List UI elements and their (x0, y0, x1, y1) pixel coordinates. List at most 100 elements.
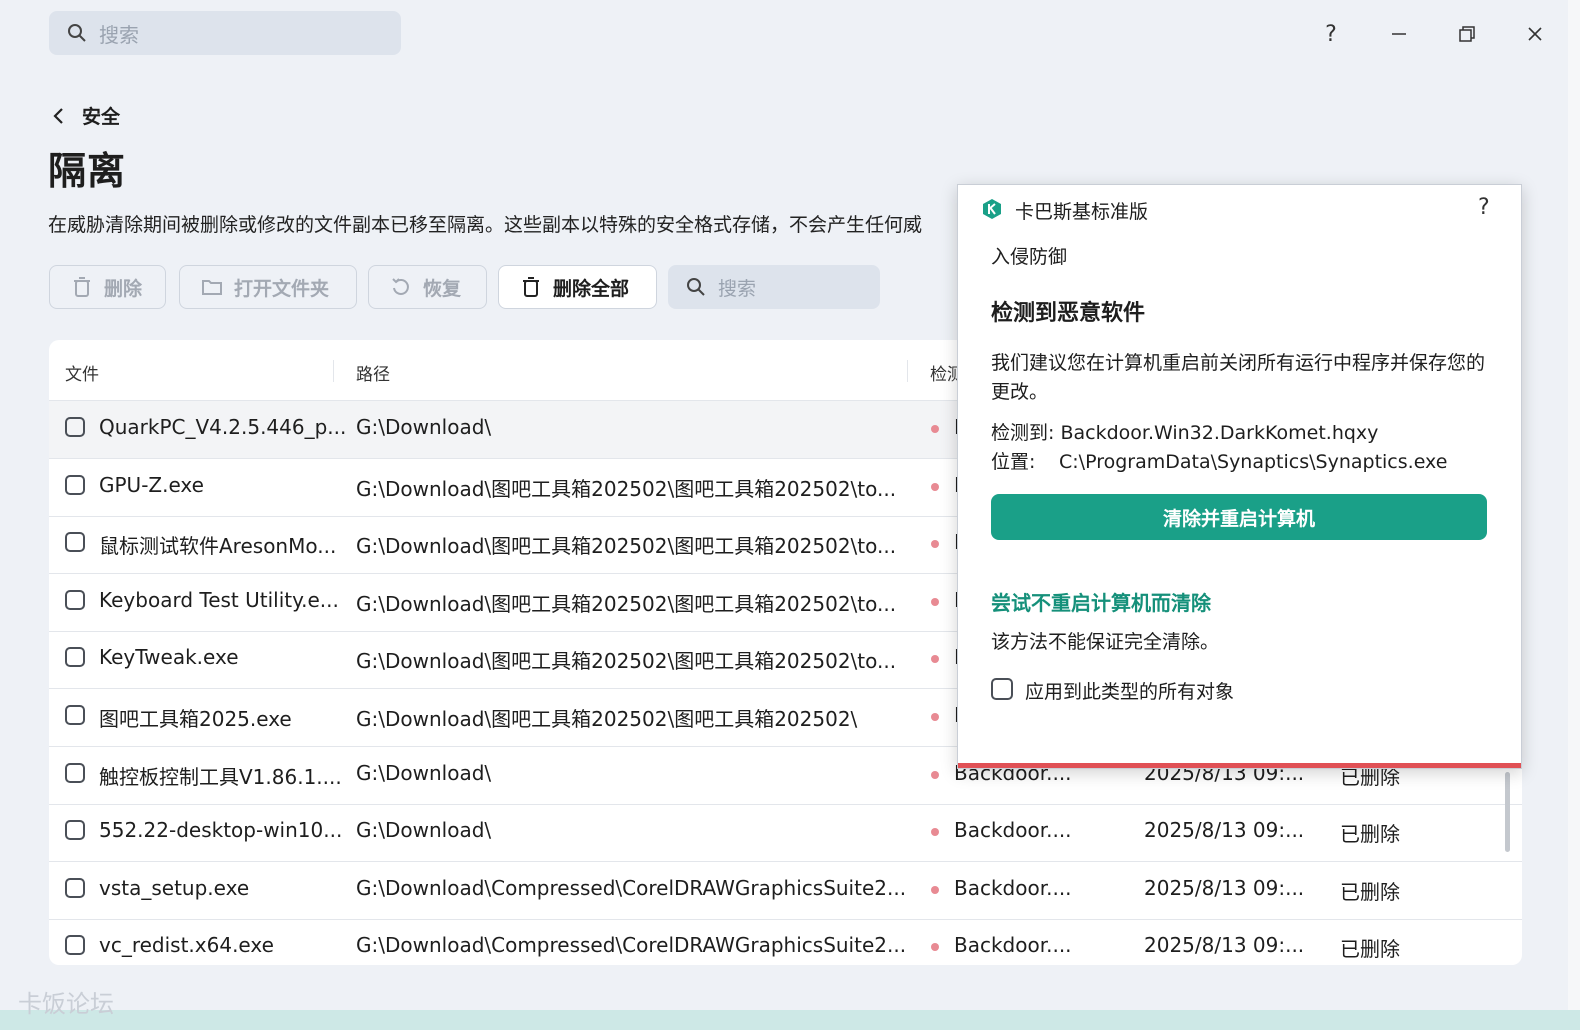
cell-detected: Backdoor.... (954, 933, 1072, 958)
dialog-help-button[interactable]: ? (1478, 195, 1490, 220)
restore-button[interactable] (1447, 14, 1487, 54)
table-scrollbar[interactable] (1505, 772, 1510, 852)
threat-dot (931, 713, 939, 721)
threat-dot (931, 885, 939, 894)
cell-file: KeyTweak.exe (99, 645, 239, 670)
cell-date: 2025/8/13 09:... (1144, 818, 1305, 843)
restore-icon (1459, 26, 1475, 42)
cell-path: G:\Download\Compressed\CorelDRAWGraphics… (356, 933, 907, 958)
row-checkbox[interactable] (65, 417, 85, 437)
cell-date: 2025/8/13 09:... (1144, 933, 1305, 958)
location-line: 位置: C:\ProgramData\Synaptics\Synaptics.ex… (991, 447, 1447, 474)
column-header-file[interactable]: 文件 (65, 360, 99, 385)
cell-file: 图吧工具箱2025.exe (99, 707, 292, 731)
cell-path: G:\Download\Compressed\CorelDRAWGraphics… (356, 875, 907, 900)
threat-dot (931, 597, 939, 606)
cell-file: vc_redist.x64.exe (99, 933, 274, 958)
cell-detected: Backdoor.... (954, 818, 1072, 843)
cell-path: G:\Download\图吧工具箱202502\图吧工具箱202502\to..… (356, 649, 897, 674)
detected-label: 检测到: (991, 422, 1055, 444)
row-checkbox[interactable] (65, 935, 85, 956)
row-checkbox[interactable] (65, 877, 85, 898)
page-description: 在威胁清除期间被删除或修改的文件副本已移至隔离。这些副本以特殊的安全格式存储，不… (48, 214, 923, 236)
cell-path: G:\Download\图吧工具箱202502\图吧工具箱202502\ (356, 707, 858, 731)
apply-to-all-label[interactable]: 应用到此类型的所有对象 (1025, 677, 1234, 704)
detected-value: Backdoor.Win32.DarkKomet.hqxy (1060, 422, 1379, 444)
table-row[interactable]: vc_redist.x64.exe G:\Download\Compressed\… (49, 919, 1522, 965)
threat-dot (931, 828, 939, 837)
disinfect-and-restart-button[interactable]: 清除并重启计算机 (991, 494, 1487, 540)
open-folder-button[interactable]: 打开文件夹 (179, 265, 357, 309)
close-icon (1528, 27, 1542, 41)
column-divider[interactable] (907, 360, 908, 382)
taskbar-strip (0, 1010, 1580, 1030)
location-label: 位置: (991, 451, 1036, 473)
dialog-app-name: 卡巴斯基标准版 (1015, 201, 1149, 223)
watermark: 卡饭论坛 (18, 990, 114, 1018)
page-title: 隔离 (48, 149, 127, 193)
row-checkbox[interactable] (65, 589, 85, 610)
restore-label: 恢复 (423, 277, 462, 300)
breadcrumb-label: 安全 (82, 106, 121, 128)
minimize-icon (1392, 33, 1406, 35)
cell-status: 已删除 (1340, 879, 1400, 904)
breadcrumb-back[interactable]: 安全 (50, 102, 120, 129)
threat-dot (931, 540, 939, 549)
cell-path: G:\Download\ (356, 415, 492, 439)
close-button[interactable] (1515, 14, 1555, 54)
search-icon (68, 24, 86, 42)
kaspersky-logo-icon (983, 199, 1001, 219)
table-row[interactable]: vsta_setup.exe G:\Download\Compressed\Cor… (49, 862, 1522, 920)
threat-dot (931, 425, 939, 433)
cell-path: G:\Download\ (356, 760, 492, 785)
row-checkbox[interactable] (65, 647, 85, 668)
threat-dot (931, 482, 939, 491)
cell-path: G:\Download\图吧工具箱202502\图吧工具箱202502\to..… (356, 591, 897, 616)
delete-label: 删除 (104, 277, 143, 300)
column-divider[interactable] (333, 360, 334, 382)
cell-file: QuarkPC_V4.2.5.446_p... (99, 415, 347, 439)
threat-dot (931, 770, 939, 779)
row-checkbox[interactable] (65, 705, 85, 725)
help-button[interactable]: ? (1311, 14, 1351, 54)
trash-icon (523, 277, 539, 297)
malware-alert-dialog: 卡巴斯基标准版 ? 入侵防御 检测到恶意软件 我们建议您在计算机重启前关闭所有运… (957, 184, 1522, 769)
threat-dot (931, 943, 939, 952)
cell-file: vsta_setup.exe (99, 875, 250, 900)
disinfect-without-restart-link[interactable]: 尝试不重启计算机而清除 (991, 587, 1211, 616)
row-checkbox[interactable] (65, 820, 85, 841)
chevron-left-icon (53, 107, 63, 124)
column-header-path[interactable]: 路径 (356, 360, 390, 385)
apply-to-all-checkbox[interactable] (991, 678, 1013, 700)
cell-file: GPU-Z.exe (99, 472, 204, 497)
threat-dot (931, 655, 939, 664)
delete-button[interactable]: 删除 (49, 265, 166, 309)
table-row[interactable]: 552.22-desktop-win10... G:\Download\ Backd… (49, 804, 1522, 863)
cell-status: 已删除 (1340, 937, 1400, 962)
alert-bar (958, 763, 1521, 768)
row-checkbox[interactable] (65, 762, 85, 783)
cell-path: G:\Download\ (356, 818, 492, 843)
location-value: C:\ProgramData\Synaptics\Synaptics.exe (1059, 451, 1448, 473)
trash-icon (74, 277, 90, 297)
minimize-button[interactable] (1379, 14, 1419, 54)
window-edge (1568, 0, 1580, 1010)
cell-status: 已删除 (1340, 822, 1400, 847)
table-search-input[interactable]: 搜索 (668, 265, 880, 309)
search-placeholder: 搜索 (99, 22, 139, 47)
cell-date: 2025/8/13 09:... (1144, 875, 1305, 900)
global-search-input[interactable]: 搜索 (49, 11, 401, 55)
detected-line: 检测到: Backdoor.Win32.DarkKomet.hqxy (991, 418, 1378, 445)
cell-detected: Backdoor.... (954, 875, 1072, 900)
dialog-advice: 我们建议您在计算机重启前关闭所有运行中程序并保存您的更改。 (991, 352, 1486, 403)
row-checkbox[interactable] (65, 474, 85, 495)
dialog-heading: 检测到恶意软件 (991, 301, 1146, 326)
folder-icon (202, 280, 222, 295)
delete-all-button[interactable]: 删除全部 (498, 265, 657, 309)
cell-path: G:\Download\图吧工具箱202502\图吧工具箱202502\to..… (356, 534, 897, 559)
search-placeholder: 搜索 (718, 277, 757, 300)
dialog-note: 该方法不能保证完全清除。 (991, 631, 1220, 653)
row-checkbox[interactable] (65, 532, 85, 553)
restore-file-button[interactable]: 恢复 (368, 265, 487, 309)
dialog-section: 入侵防御 (991, 246, 1068, 268)
